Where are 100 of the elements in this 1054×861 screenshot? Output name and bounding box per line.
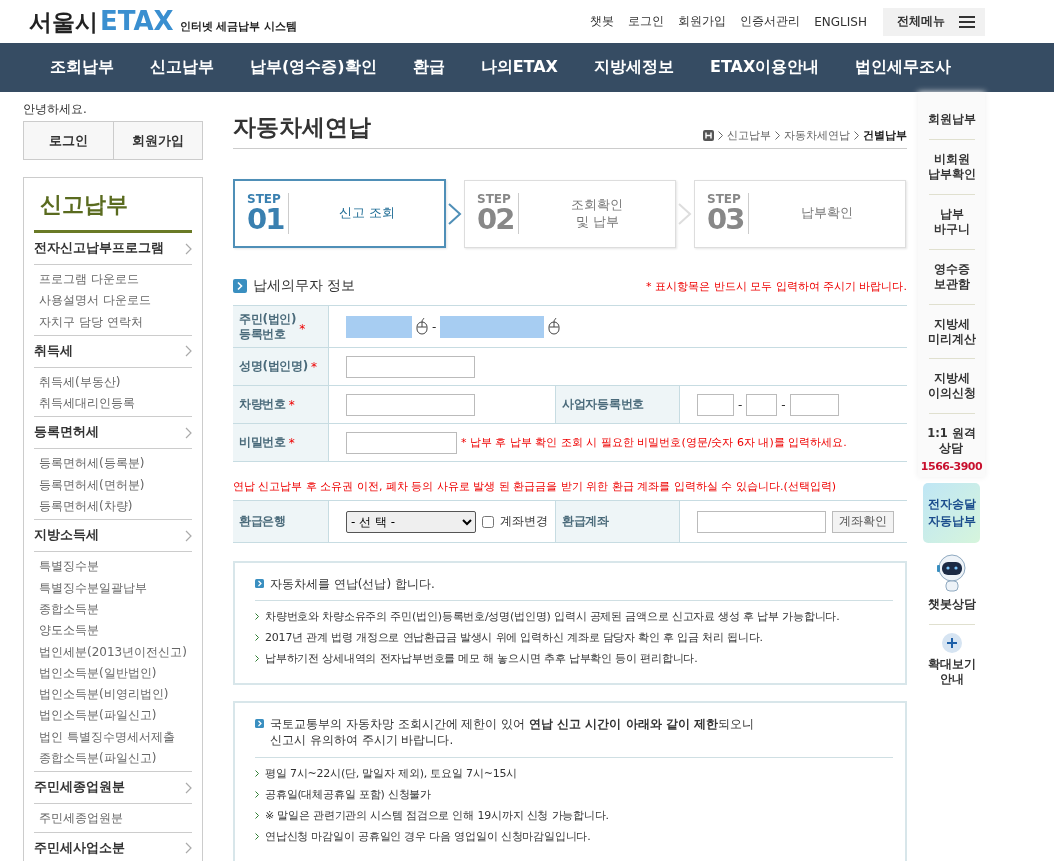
breadcrumb-link[interactable]: 건별납부 xyxy=(863,128,907,143)
quick-menu-item[interactable]: 납부 바구니 xyxy=(933,202,970,241)
arrow-bullet-icon xyxy=(255,579,264,588)
account-field[interactable] xyxy=(697,510,826,533)
logo-city[interactable]: 서울시 xyxy=(29,6,98,38)
info-text: 평일 7시~22시(단, 말일자 제외), 토요일 7시~15시 xyxy=(265,765,518,782)
e-delivery-button[interactable]: 전자송달 자동납부 xyxy=(923,483,980,544)
chevron-icon xyxy=(255,634,259,642)
menu-icon xyxy=(959,14,975,29)
home-icon[interactable] xyxy=(703,130,714,141)
chevron-icon xyxy=(718,131,723,140)
side-menu-item[interactable]: 등록면허세(차량) xyxy=(39,496,187,518)
side-menu-item[interactable]: 사용설명서 다운로드 xyxy=(39,290,187,312)
side-menu-item[interactable]: 종합소득분 xyxy=(39,598,187,621)
info-text: 차량번호와 차량소유주의 주민(법인)등록번호/성명(법인명) 입력시 공제된 금액으로 신고자료 생성 후 납부 가능합니다. xyxy=(265,609,840,626)
text-field[interactable] xyxy=(346,393,475,416)
main-nav-item[interactable]: 법인세무조사 xyxy=(855,57,952,78)
greeting-text: 안녕하세요. xyxy=(23,101,88,118)
quick-menu-item[interactable]: 비회원 납부확인 xyxy=(927,147,976,186)
auth-button[interactable]: 로그인 xyxy=(24,122,113,159)
main-nav-item[interactable]: 조회납부 xyxy=(50,57,114,78)
side-menu-section[interactable]: 주민세사업소분 xyxy=(34,839,125,857)
side-menu-item[interactable]: 취득세대리인등록 xyxy=(39,393,187,415)
side-menu-item[interactable]: 법인소득분(파일신고) xyxy=(39,705,187,727)
business-number-field[interactable] xyxy=(697,393,734,416)
account-confirm-button[interactable]: 계좌확인 xyxy=(832,510,894,533)
side-menu-item[interactable]: 법인소득분(비영리법인) xyxy=(39,684,187,706)
id-number-field[interactable] xyxy=(440,315,545,338)
mouse-icon[interactable] xyxy=(416,318,428,335)
side-menu-item[interactable]: 등록면허세(면허분) xyxy=(39,474,187,497)
field-label: 사업자등록번호 xyxy=(562,397,644,412)
all-menu-button[interactable]: 전체메뉴 xyxy=(883,7,985,36)
zoom-guide-link[interactable]: 확대보기 안내 xyxy=(927,653,976,691)
chevron-icon xyxy=(255,769,259,777)
robot-icon[interactable] xyxy=(934,553,969,594)
util-link[interactable]: 회원가입 xyxy=(678,13,727,30)
side-menu-item[interactable]: 취득세(부동산) xyxy=(39,371,187,394)
main-nav-item[interactable]: 지방세정보 xyxy=(593,57,674,78)
password-field[interactable] xyxy=(346,431,457,454)
quick-menu-item[interactable]: 지방세 이의신청 xyxy=(927,367,976,406)
side-menu-item[interactable]: 특별징수분일괄납부 xyxy=(39,577,187,599)
main-nav-item[interactable]: 납부(영수증)확인 xyxy=(250,57,377,78)
util-link[interactable]: ENGLISH xyxy=(814,14,867,29)
side-menu-item[interactable]: 주민세종업원분 xyxy=(39,808,187,830)
info-text: ※ 말일은 관련기관의 시스템 점검으로 인해 19시까지 신청 가능합니다. xyxy=(265,807,609,824)
side-menu-section[interactable]: 등록면허세 xyxy=(34,424,99,442)
checkbox-label[interactable]: 계좌변경 xyxy=(500,513,548,530)
util-link[interactable]: 로그인 xyxy=(628,13,665,30)
step-title: 납부확인 xyxy=(800,205,855,222)
account-change-checkbox[interactable] xyxy=(482,515,494,528)
auth-button[interactable]: 회원가입 xyxy=(112,122,202,159)
arrow-bullet-icon xyxy=(255,719,264,729)
id-number-field[interactable] xyxy=(346,315,412,338)
main-nav-item[interactable]: 신고납부 xyxy=(150,57,214,78)
side-menu-section[interactable]: 주민세종업원분 xyxy=(34,779,125,797)
page-title: 자동차세연납 xyxy=(233,113,371,142)
side-menu-item[interactable]: 특별징수분 xyxy=(39,556,187,578)
side-menu-item[interactable]: 종합소득분(파일신고) xyxy=(39,748,187,770)
plus-icon[interactable] xyxy=(941,633,962,654)
quick-menu-item[interactable]: 지방세 미리계산 xyxy=(927,312,976,351)
quick-menu-item[interactable]: 회원납부 xyxy=(927,108,976,131)
quick-menu-item[interactable]: 1:1 원격 상담 xyxy=(927,422,976,461)
chevron-icon xyxy=(185,529,192,542)
bank-select[interactable]: - 선 택 - xyxy=(346,510,476,533)
main-nav-item[interactable]: 나의ETAX xyxy=(480,57,558,78)
side-menu-section[interactable]: 취득세 xyxy=(34,342,73,360)
mouse-icon[interactable] xyxy=(548,318,561,335)
side-menu-item[interactable]: 법인 특별징수명세서제출 xyxy=(39,726,187,749)
side-menu-section[interactable]: 지방소득세 xyxy=(34,527,99,545)
quick-menu-item[interactable]: 영수증 보관함 xyxy=(933,257,970,296)
business-number-field[interactable] xyxy=(789,393,839,416)
breadcrumb-link[interactable]: 신고납부 xyxy=(727,128,771,143)
breadcrumb-link[interactable]: 자동차세연납 xyxy=(784,128,850,143)
chevron-icon xyxy=(185,242,192,255)
side-menu-section[interactable]: 전자신고납부프로그램 xyxy=(34,240,164,257)
info-text: 납부하기전 상세내역의 전자납부번호를 메모 해 놓으시면 추후 납부확인 등이 편리합니다. xyxy=(265,651,698,668)
side-menu-item[interactable]: 프로그램 다운로드 xyxy=(39,269,187,291)
password-hint: * 납부 후 납부 확인 조회 시 필요한 비밀번호(영문/숫자 6자 내)를 입력하세요. xyxy=(461,435,847,450)
refund-note: 연납 신고납부 후 소유권 이전, 폐차 등의 사유로 발생 된 환급금을 받기 위한 환급 계좌를 입력하실 수 있습니다.(선택입력) xyxy=(233,479,838,494)
chevron-icon xyxy=(255,655,259,663)
main-nav-item[interactable]: 환급 xyxy=(412,57,445,78)
field-label: 비밀번호 xyxy=(239,435,286,450)
required-mark: * xyxy=(288,397,295,412)
side-menu-item[interactable]: 자치구 담당 연락처 xyxy=(39,311,187,333)
util-link[interactable]: 인증서관리 xyxy=(740,13,801,30)
util-link[interactable]: 챗봇 xyxy=(590,13,615,30)
text-field[interactable] xyxy=(346,355,475,378)
chevron-icon xyxy=(255,613,259,621)
side-menu-item[interactable]: 법인세분(2013년이전신고) xyxy=(39,641,187,663)
chevron-icon xyxy=(185,842,192,855)
chevron-icon xyxy=(255,811,259,819)
required-mark: * xyxy=(310,359,317,374)
separator-text: - xyxy=(781,397,786,412)
chatbot-link[interactable]: 챗봇상담 xyxy=(927,593,976,617)
side-menu-item[interactable]: 등록면허세(등록분) xyxy=(39,453,187,475)
field-label: 차량번호 xyxy=(239,397,286,412)
main-nav-item[interactable]: ETAX이용안내 xyxy=(709,57,820,78)
side-menu-item[interactable]: 양도소득분 xyxy=(39,620,187,642)
side-menu-item[interactable]: 법인소득분(일반법인) xyxy=(39,662,187,685)
business-number-field[interactable] xyxy=(746,393,778,416)
